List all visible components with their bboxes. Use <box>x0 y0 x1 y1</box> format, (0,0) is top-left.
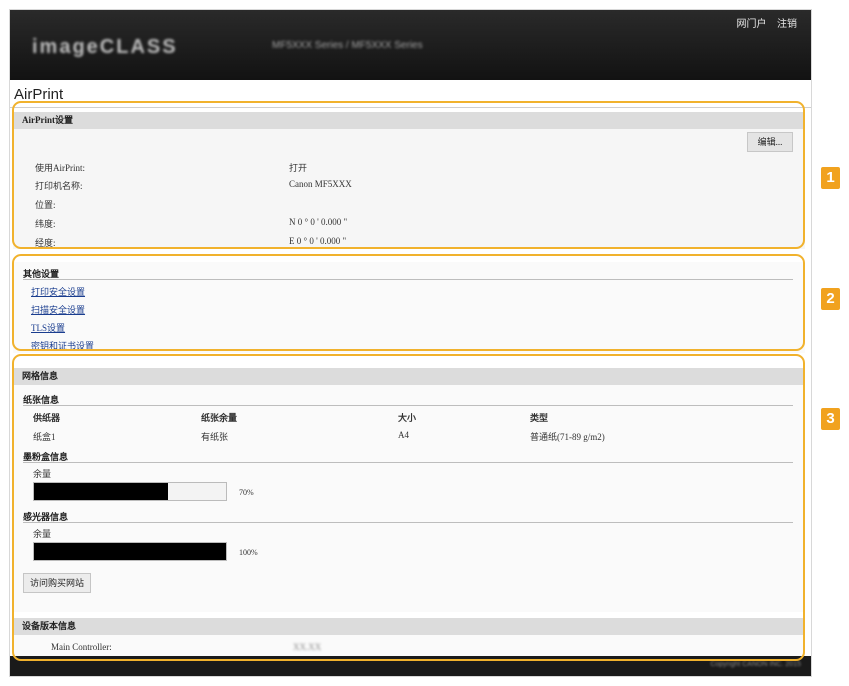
header-links: 网门户 注销 <box>729 15 798 30</box>
callout-badge-1: 1 <box>821 167 840 189</box>
callout-badge-3: 3 <box>821 408 840 430</box>
callout-box-3 <box>12 354 805 661</box>
header-bar: imageCLASS MF5XXX Series / MF5XXX Series… <box>10 10 811 80</box>
portal-link[interactable]: 网门户 <box>737 19 767 30</box>
callout-box-2 <box>12 254 805 351</box>
copyright-text: Copyright CANON INC. 2015 <box>710 661 801 668</box>
model-name: MF5XXX Series / MF5XXX Series <box>272 40 423 51</box>
callout-box-1 <box>12 101 805 249</box>
logout-link[interactable]: 注销 <box>777 19 797 30</box>
callout-badge-2: 2 <box>821 288 840 310</box>
product-logo: imageCLASS <box>32 36 178 58</box>
